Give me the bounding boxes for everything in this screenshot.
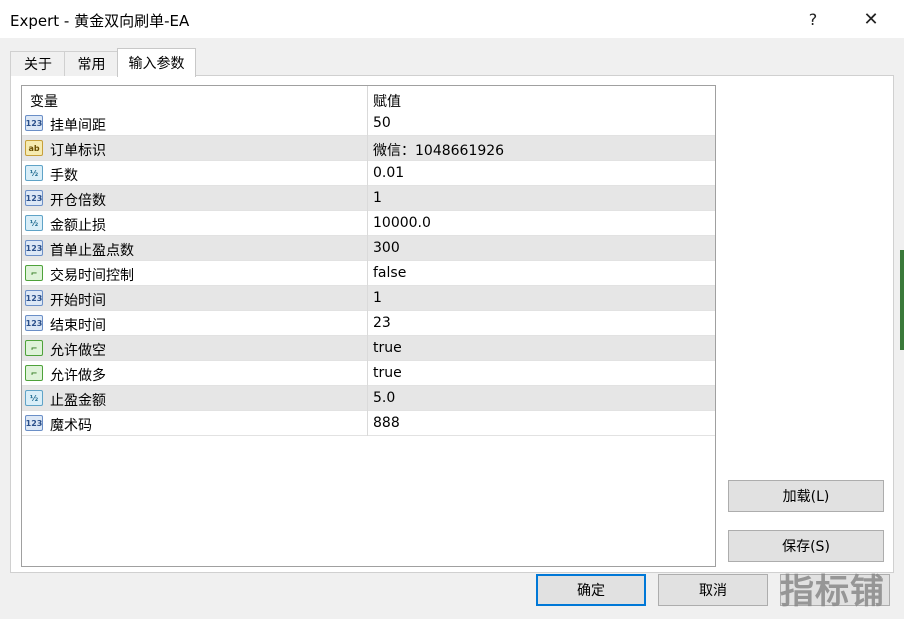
variable-name: 开始时间 [50, 293, 106, 309]
cell-divider [367, 311, 368, 336]
grid-header: 变量 赋值 [22, 86, 715, 111]
string-type-icon: ab [25, 140, 43, 156]
table-row[interactable]: 123 挂单间距 50 [22, 111, 715, 136]
table-row[interactable]: ⌐ 允许做多 true [22, 361, 715, 386]
variable-value[interactable]: false [373, 265, 406, 281]
variable-value[interactable]: 23 [373, 315, 391, 331]
table-row[interactable]: 123 魔术码 888 [22, 411, 715, 436]
help-button[interactable]: ? [790, 0, 836, 38]
ok-button[interactable]: 确定 [536, 574, 646, 606]
variable-name: 止盈金额 [50, 393, 106, 409]
cell-divider [367, 211, 368, 236]
load-button[interactable]: 加载(L) [728, 480, 884, 512]
double-type-icon: ½ [25, 165, 43, 181]
variable-value[interactable]: true [373, 365, 402, 381]
table-row[interactable]: 123 首单止盈点数 300 [22, 236, 715, 261]
variable-value[interactable]: 300 [373, 240, 400, 256]
integer-type-icon: 123 [25, 240, 43, 256]
background-window-edge [900, 250, 904, 350]
cell-divider [367, 111, 368, 136]
variable-value[interactable]: 1 [373, 290, 382, 306]
variable-name: 结束时间 [50, 318, 106, 334]
integer-type-icon: 123 [25, 315, 43, 331]
column-divider[interactable] [367, 86, 368, 111]
cell-divider [367, 136, 368, 161]
variable-value[interactable]: 1 [373, 190, 382, 206]
variable-name: 交易时间控制 [50, 268, 134, 284]
variable-name: 挂单间距 [50, 118, 106, 134]
variable-value[interactable]: 0.01 [373, 165, 404, 181]
boolean-type-icon: ⌐ [25, 365, 43, 381]
double-type-icon: ½ [25, 390, 43, 406]
tab-about[interactable]: 关于 [10, 51, 66, 76]
integer-type-icon: 123 [25, 290, 43, 306]
parameters-grid: 变量 赋值 123 挂单间距 50 ab 订单标识 微信：1048661926 ½ 手数 0.0… [21, 85, 716, 567]
cell-divider [367, 236, 368, 261]
integer-type-icon: 123 [25, 190, 43, 206]
variable-value[interactable]: true [373, 340, 402, 356]
variable-name: 允许做多 [50, 368, 106, 384]
watermark-logo: 指标铺 [780, 572, 885, 612]
cell-divider [367, 361, 368, 386]
variable-value[interactable]: 50 [373, 115, 391, 131]
cell-divider [367, 411, 368, 436]
cell-divider [367, 286, 368, 311]
table-row[interactable]: 123 开仓倍数 1 [22, 186, 715, 211]
table-row[interactable]: 123 开始时间 1 [22, 286, 715, 311]
table-row[interactable]: ⌐ 允许做空 true [22, 336, 715, 361]
variable-name: 开仓倍数 [50, 193, 106, 209]
variable-name: 魔术码 [50, 418, 92, 434]
variable-name: 允许做空 [50, 343, 106, 359]
window-title: Expert - 黄金双向刷单-EA [10, 12, 190, 30]
table-row[interactable]: 123 结束时间 23 [22, 311, 715, 336]
table-row[interactable]: ½ 止盈金额 5.0 [22, 386, 715, 411]
table-row[interactable]: ½ 金额止损 10000.0 [22, 211, 715, 236]
cell-divider [367, 261, 368, 286]
title-bar: Expert - 黄金双向刷单-EA ? ✕ [0, 0, 904, 38]
table-row[interactable]: ⌐ 交易时间控制 false [22, 261, 715, 286]
tab-common[interactable]: 常用 [64, 51, 119, 76]
header-variable[interactable]: 变量 [30, 91, 58, 111]
header-value[interactable]: 赋值 [373, 91, 401, 111]
integer-type-icon: 123 [25, 115, 43, 131]
integer-type-icon: 123 [25, 415, 43, 431]
table-row[interactable]: ab 订单标识 微信：1048661926 [22, 136, 715, 161]
variable-name: 首单止盈点数 [50, 243, 134, 259]
cell-divider [367, 336, 368, 361]
tab-inputs[interactable]: 输入参数 [117, 48, 196, 77]
double-type-icon: ½ [25, 215, 43, 231]
boolean-type-icon: ⌐ [25, 265, 43, 281]
variable-name: 手数 [50, 168, 78, 184]
variable-value[interactable]: 888 [373, 415, 400, 431]
cell-divider [367, 161, 368, 186]
variable-value[interactable]: 5.0 [373, 390, 395, 406]
cancel-button[interactable]: 取消 [658, 574, 768, 606]
variable-value[interactable]: 10000.0 [373, 215, 431, 231]
save-button[interactable]: 保存(S) [728, 530, 884, 562]
close-button[interactable]: ✕ [848, 0, 894, 38]
variable-name: 金额止损 [50, 218, 106, 234]
table-row[interactable]: ½ 手数 0.01 [22, 161, 715, 186]
boolean-type-icon: ⌐ [25, 340, 43, 356]
cell-divider [367, 186, 368, 211]
variable-value[interactable]: 微信：1048661926 [373, 140, 504, 160]
cell-divider [367, 386, 368, 411]
variable-name: 订单标识 [50, 143, 106, 159]
